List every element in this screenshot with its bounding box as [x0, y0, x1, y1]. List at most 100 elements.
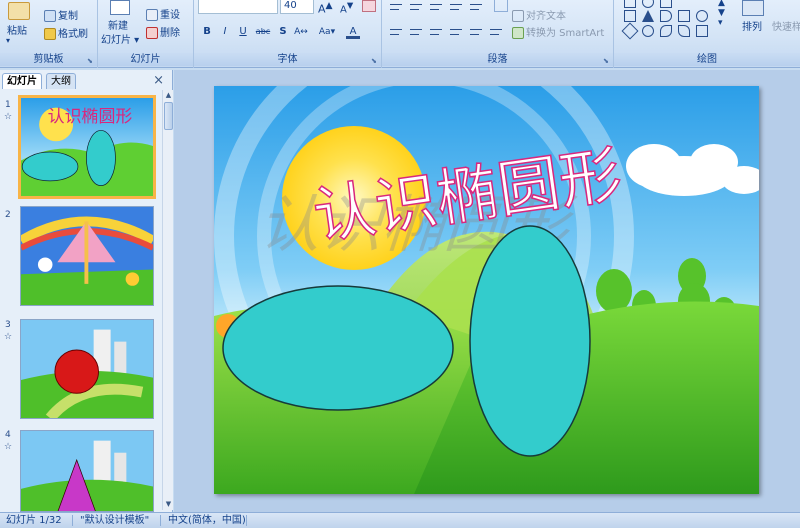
slide-thumbnail-1[interactable]: 认识椭圆形 — [18, 95, 156, 199]
scroll-up-icon[interactable]: ▲ — [163, 90, 174, 101]
font-size-input[interactable]: 40 — [280, 0, 314, 14]
horizontal-ellipse[interactable] — [222, 285, 454, 411]
diamond-shape-icon[interactable] — [621, 22, 639, 40]
brace-shape-icon[interactable] — [696, 25, 708, 37]
scroll-down-icon[interactable]: ▼ — [163, 499, 174, 510]
font-name-input[interactable] — [198, 0, 278, 14]
shrink-font-icon[interactable]: A▼ — [340, 0, 353, 15]
copy-icon — [44, 10, 56, 22]
scroll-thumb[interactable] — [164, 102, 173, 130]
align-text-button[interactable]: 对齐文本 — [512, 7, 566, 22]
clipboard-dialog-launcher-icon[interactable]: ⬊ — [87, 57, 95, 65]
delete-button[interactable]: 删除 — [146, 24, 180, 39]
tab-slides[interactable]: 幻灯片 — [2, 73, 42, 89]
copy-label: 复制 — [58, 11, 78, 22]
animation-star-icon: ☆ — [4, 332, 13, 342]
underline-icon[interactable]: U — [236, 25, 250, 39]
curve-shape-icon[interactable] — [660, 25, 672, 37]
text-direction-icon[interactable] — [494, 0, 508, 12]
align-text-icon — [512, 10, 524, 22]
justify-icon[interactable] — [448, 25, 464, 39]
new-slide-dropdown[interactable]: 幻灯片 ▾ — [101, 31, 139, 46]
drawing-group-label: 绘图 — [614, 53, 800, 66]
slide-thumbnail-2[interactable] — [20, 206, 154, 306]
tab-outline[interactable]: 大纲 — [46, 73, 76, 89]
new-slide-label-2: 幻灯片 — [101, 35, 131, 46]
format-painter-button[interactable]: 格式刷 — [44, 25, 88, 40]
status-separator — [160, 515, 161, 526]
bold-icon[interactable]: B — [200, 25, 214, 39]
bullets-icon[interactable] — [388, 0, 404, 14]
columns-icon[interactable] — [488, 25, 504, 39]
italic-icon[interactable]: I — [218, 25, 232, 39]
paragraph-group-label: 段落 — [382, 53, 613, 66]
connector-shape-icon[interactable] — [660, 10, 672, 22]
clipboard-group-label: 剪贴板 — [0, 53, 97, 66]
paste-icon[interactable] — [8, 2, 30, 20]
smartart-icon — [512, 27, 524, 39]
distributed-icon[interactable] — [468, 25, 484, 39]
wave-shape-icon[interactable] — [678, 25, 690, 37]
theme-name[interactable]: "默认设计模板" — [80, 513, 149, 528]
slide-thumbnail-4[interactable] — [20, 430, 154, 512]
line-spacing-icon[interactable] — [468, 0, 484, 14]
status-bar: 幻灯片 1/32 "默认设计模板" 中文(简体，中国) — [0, 512, 800, 528]
paragraph-group: 对齐文本 转换为 SmartArt 段落 ⬊ — [382, 0, 614, 68]
thumb-1-art: 认识椭圆形 — [21, 98, 153, 196]
grow-font-icon[interactable]: A▲ — [318, 0, 333, 16]
thumb-4-art — [21, 431, 153, 511]
reset-button[interactable]: 重设 — [146, 6, 180, 21]
clear-formatting-icon[interactable] — [362, 0, 376, 12]
arrange-button[interactable]: 排列 — [742, 18, 762, 33]
slides-group-label: 幻灯片 — [98, 53, 193, 66]
triangle-shape-icon[interactable] — [642, 10, 654, 22]
rounded-rect-shape-icon[interactable] — [624, 10, 636, 22]
paragraph-dialog-launcher-icon[interactable]: ⬊ — [603, 57, 611, 65]
align-left-icon[interactable] — [388, 25, 404, 39]
shapes-scroll-icon[interactable]: ▲ ▼ ▾ — [718, 0, 725, 28]
slide-thumbnail-3[interactable] — [20, 319, 154, 419]
align-right-icon[interactable] — [428, 25, 444, 39]
slides-pane: 幻灯片 大纲 × 1 ☆ 认识椭圆形 2 3 ☆ 4 ☆ ▲ ▼ — [0, 70, 173, 512]
elbow-shape-icon[interactable] — [678, 10, 690, 22]
thumb-2-art — [21, 207, 153, 305]
line-shape-icon[interactable] — [660, 0, 672, 8]
new-slide-button[interactable]: 新建 — [108, 17, 128, 32]
convert-smartart-label: 转换为 SmartArt — [526, 28, 605, 39]
slides-group: 新建 幻灯片 ▾ 重设 删除 幻灯片 — [98, 0, 194, 68]
convert-smartart-button[interactable]: 转换为 SmartArt — [512, 24, 604, 39]
char-spacing-icon[interactable]: A↔ — [294, 25, 308, 39]
increase-indent-icon[interactable] — [448, 0, 464, 14]
arrow-shape-icon[interactable] — [696, 10, 708, 22]
change-case-icon[interactable]: Aa▾ — [318, 25, 336, 39]
thumb-number: 3 — [5, 320, 11, 330]
vertical-ellipse[interactable] — [469, 225, 591, 457]
decrease-indent-icon[interactable] — [428, 0, 444, 14]
arc-shape-icon[interactable] — [642, 25, 654, 37]
shadow-icon[interactable]: S — [276, 25, 290, 39]
thumb-1-title: 认识椭圆形 — [48, 106, 133, 126]
paste-button[interactable]: 粘贴 — [7, 22, 27, 37]
copy-button[interactable]: 复制 — [44, 7, 78, 22]
pane-scrollbar[interactable]: ▲ ▼ — [162, 90, 173, 510]
thumb-number: 4 — [5, 430, 11, 440]
strikethrough-icon[interactable]: abc — [254, 25, 272, 39]
paste-dropdown-icon[interactable]: ▾ — [6, 36, 10, 45]
format-painter-icon — [44, 28, 56, 40]
quick-styles-button[interactable]: 快速样 — [772, 18, 800, 33]
slide-counter: 幻灯片 1/32 — [6, 515, 62, 526]
close-icon[interactable]: × — [153, 73, 164, 88]
delete-icon — [146, 27, 158, 39]
align-center-icon[interactable] — [408, 25, 424, 39]
oval-shape-icon[interactable] — [642, 0, 654, 8]
animation-star-icon: ☆ — [4, 112, 13, 122]
font-color-icon[interactable]: A — [346, 25, 360, 39]
arrange-icon[interactable] — [742, 0, 764, 16]
new-slide-icon[interactable] — [110, 0, 130, 15]
rectangle-shape-icon[interactable] — [624, 0, 636, 8]
drawing-group: ▲ ▼ ▾ 排列 快速样 绘图 — [614, 0, 800, 68]
font-dialog-launcher-icon[interactable]: ⬊ — [371, 57, 379, 65]
slide-edit-area: 认识椭圆形 认识椭圆形 — [174, 70, 800, 512]
numbering-icon[interactable] — [408, 0, 424, 14]
language-indicator[interactable]: 中文(简体，中国) — [168, 513, 246, 528]
